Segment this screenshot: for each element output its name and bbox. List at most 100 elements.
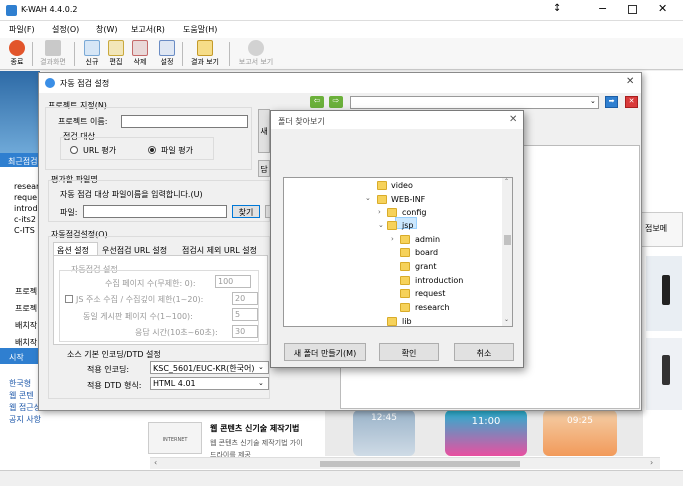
tab-options[interactable]: 옵션 설정 (53, 242, 98, 256)
menu-settings[interactable]: 설정(O) (52, 24, 79, 35)
expand-chevron-icon[interactable]: ⌄ (378, 221, 384, 229)
dialog-close-icon[interactable]: ✕ (626, 76, 634, 87)
folder-tree[interactable]: video ⌄ WEB-INF › config ⌄ jsp › admin b… (283, 177, 513, 327)
settings-button[interactable]: 설정 (155, 39, 179, 69)
project-name-input[interactable] (121, 115, 248, 128)
banner-image (0, 71, 40, 153)
pin-icon[interactable]: ↕ (553, 3, 561, 14)
url-radio-label[interactable]: URL 평가 (83, 145, 116, 156)
file-input[interactable] (83, 205, 227, 218)
board-pages-input[interactable]: 5 (232, 308, 258, 321)
folder-icon (387, 221, 397, 230)
file-radio-label[interactable]: 파일 평가 (161, 145, 193, 156)
tree-item[interactable]: lib (402, 317, 412, 326)
depth-input[interactable]: 20 (232, 292, 258, 305)
delete-button[interactable]: 삭제 (128, 39, 152, 69)
tree-item[interactable]: introduction (415, 276, 463, 285)
folder-icon (400, 262, 410, 271)
phone-icon (662, 275, 670, 305)
find-button[interactable]: 찾기 (232, 205, 260, 218)
project-list: 프로젝 프로젝 배치작 배치작 (15, 283, 37, 351)
right-tab[interactable]: 접보메 (641, 212, 683, 247)
edit-button[interactable]: 편집 (104, 39, 128, 69)
ok-button[interactable]: 확인 (379, 343, 439, 361)
folder-dialog-title: 폴더 찾아보기 (278, 117, 325, 126)
result-screen-icon (45, 40, 61, 56)
address-chevron-icon[interactable]: ⌄ (590, 97, 596, 105)
board-pages-label: 동일 게시판 페이지 수(1~100): (83, 312, 193, 321)
encoding-chevron-icon[interactable]: ⌄ (258, 363, 264, 371)
menu-help[interactable]: 도움말(H) (183, 24, 217, 35)
project-item[interactable]: 프로젝 (15, 300, 37, 317)
result-screen-button[interactable]: 결과화면 (37, 39, 69, 69)
news-title[interactable]: 웹 콘텐츠 신기술 제작기법 (210, 423, 299, 434)
toolbar: 종료 결과화면 신규 편집 삭제 설정 결과 보기 보고서 보기 (0, 38, 683, 70)
js-collect-checkbox[interactable] (65, 295, 73, 303)
tree-item[interactable]: request (415, 289, 445, 298)
edit-icon (108, 40, 124, 56)
expand-chevron-icon[interactable]: ⌄ (365, 194, 371, 202)
folder-dialog-close-icon[interactable]: ✕ (509, 114, 517, 125)
edit-label: 편집 (109, 58, 123, 66)
tree-item[interactable]: admin (415, 235, 440, 244)
tree-item[interactable]: grant (415, 262, 436, 271)
window-title: K-WAH 4.4.0.2 (21, 5, 78, 14)
stop-icon[interactable]: ✕ (625, 96, 638, 108)
tree-item[interactable]: video (391, 181, 413, 190)
response-time-input[interactable]: 30 (232, 325, 258, 338)
tree-item[interactable]: board (415, 248, 438, 257)
view-result-button[interactable]: 결과 보기 (186, 39, 224, 69)
link-item[interactable]: 공지 사항 (9, 414, 58, 426)
delete-label: 삭제 (133, 58, 147, 66)
file-radio[interactable] (148, 146, 156, 154)
new-folder-button[interactable]: 새 폴더 만들기(M) (284, 343, 366, 361)
view-result-label: 결과 보기 (191, 58, 219, 66)
view-report-button[interactable]: 보고서 보기 (234, 39, 278, 69)
eval-file-hint: 자동 점검 대상 파일이름을 입력합니다.(U) (60, 190, 203, 199)
minimize-icon[interactable]: − (598, 2, 607, 15)
menu-report[interactable]: 보고서(R) (131, 24, 165, 35)
forward-arrow-icon[interactable]: ⇨ (329, 96, 343, 108)
url-radio[interactable] (70, 146, 78, 154)
cancel-button[interactable]: 취소 (454, 343, 514, 361)
tree-scrollbar[interactable]: ⌃ ⌄ (502, 178, 512, 326)
menu-window[interactable]: 창(W) (96, 24, 118, 35)
collapse-chevron-icon[interactable]: › (391, 235, 394, 243)
scroll-down-icon[interactable]: ⌄ (504, 316, 509, 323)
scroll-thumb[interactable] (320, 461, 520, 467)
tree-scroll-thumb[interactable] (504, 235, 511, 245)
address-input[interactable] (350, 96, 599, 109)
tree-item[interactable]: config (402, 208, 426, 217)
max-pages-label: 수집 페이지 수(무제한: 0): (105, 279, 196, 288)
scroll-up-icon[interactable]: ⌃ (504, 178, 509, 185)
horizontal-scrollbar[interactable]: ‹ › (150, 457, 660, 469)
close-icon[interactable]: ✕ (658, 2, 667, 15)
project-item[interactable]: 배치작 (15, 317, 37, 334)
tree-item[interactable]: research (415, 303, 450, 312)
exit-button[interactable]: 종료 (5, 39, 29, 69)
folder-dialog-titlebar: 폴더 찾아보기 ✕ (271, 111, 523, 129)
menu-file[interactable]: 파일(F) (9, 24, 35, 35)
dtd-select[interactable]: HTML 4.01 (150, 377, 269, 390)
app-logo-icon (6, 5, 17, 16)
back-arrow-icon[interactable]: ⇦ (310, 96, 324, 108)
tree-item-selected[interactable]: jsp (402, 221, 413, 230)
project-item[interactable]: 프로젝 (15, 283, 37, 300)
collapse-chevron-icon[interactable]: › (378, 208, 381, 216)
tree-item[interactable]: WEB-INF (391, 195, 425, 204)
encoding-select[interactable]: KSC_5601/EUC-KR(한국어) (150, 361, 269, 374)
maximize-icon[interactable] (628, 5, 637, 14)
max-pages-input[interactable]: 100 (215, 275, 251, 288)
status-bar (0, 470, 683, 486)
phone-image-2: 11:00 (445, 410, 527, 456)
side-button-2[interactable]: 담 (258, 160, 270, 177)
new-button[interactable]: 신규 (80, 39, 104, 69)
dtd-label: 적용 DTD 형식: (87, 381, 142, 390)
phone-icon (662, 355, 670, 385)
dtd-chevron-icon[interactable]: ⌄ (258, 379, 264, 387)
scroll-left-icon[interactable]: ‹ (154, 458, 157, 467)
scroll-right-icon[interactable]: › (650, 458, 653, 467)
encoding-group-label: 소스 기본 인코딩/DTD 설정 (67, 350, 161, 359)
go-icon[interactable]: ➡ (605, 96, 618, 108)
side-button-1[interactable]: 새 (258, 109, 270, 153)
